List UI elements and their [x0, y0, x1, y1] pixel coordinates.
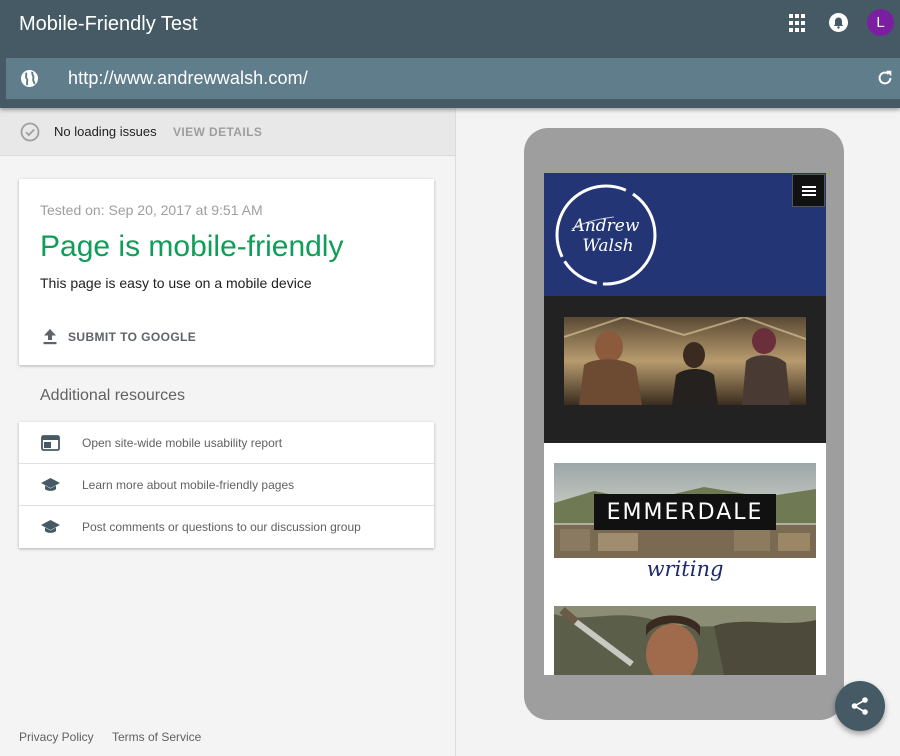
preview-panel: Andrew Walsh EMMERDALE writing [456, 108, 900, 756]
resource-item-label: Open site-wide mobile usability report [82, 435, 283, 450]
result-heading: Page is mobile-friendly [40, 230, 344, 263]
results-panel: No loading issues VIEW DETAILS Tested on… [0, 108, 455, 756]
writing-caption: writing [646, 557, 724, 581]
app-header: Mobile-Friendly Test L http://www.andrew… [0, 0, 900, 108]
globe-icon [20, 69, 39, 88]
loading-status-text: No loading issues [54, 124, 157, 139]
result-description: This page is easy to use on a mobile dev… [40, 275, 312, 291]
site-header: Andrew Walsh [544, 173, 826, 296]
resource-item-usability-report[interactable]: Open site-wide mobile usability report [19, 422, 434, 464]
terms-of-service-link[interactable]: Terms of Service [112, 730, 201, 744]
resource-item-learn-more[interactable]: Learn more about mobile-friendly pages [19, 464, 434, 506]
url-bar[interactable]: http://www.andrewwalsh.com/ [6, 58, 900, 99]
hamburger-menu-icon[interactable] [792, 174, 825, 207]
result-card: Tested on: Sep 20, 2017 at 9:51 AM Page … [19, 179, 434, 365]
tested-on-timestamp: Tested on: Sep 20, 2017 at 9:51 AM [40, 202, 263, 218]
app-title: Mobile-Friendly Test [19, 13, 198, 35]
phone-frame: Andrew Walsh EMMERDALE writing [524, 128, 844, 720]
submit-to-google-button[interactable]: SUBMIT TO GOOGLE [42, 327, 196, 347]
upload-icon [43, 329, 57, 345]
check-circle-icon [20, 122, 40, 142]
share-button[interactable] [835, 681, 885, 731]
mobile-preview-screen[interactable]: Andrew Walsh EMMERDALE writing [544, 173, 826, 675]
site-logo: Andrew Walsh [555, 184, 657, 286]
view-details-link[interactable]: VIEW DETAILS [173, 125, 262, 139]
resource-item-label: Post comments or questions to our discus… [82, 520, 361, 534]
school-icon [41, 477, 60, 491]
web-window-icon [41, 434, 60, 451]
resource-item-label: Learn more about mobile-friendly pages [82, 477, 295, 492]
logo-text-last: Walsh [582, 236, 633, 256]
share-icon [851, 697, 868, 715]
privacy-policy-link[interactable]: Privacy Policy [19, 730, 94, 744]
additional-resources-heading: Additional resources [40, 387, 185, 404]
site-hero [544, 296, 826, 443]
action-photo [554, 606, 816, 675]
logo-text-first: Andrew [571, 216, 640, 236]
apps-grid-icon[interactable] [788, 14, 806, 32]
avatar[interactable]: L [867, 9, 894, 36]
resource-item-discussion-group[interactable]: Post comments or questions to our discus… [19, 506, 434, 548]
notifications-icon[interactable] [829, 13, 848, 32]
url-input[interactable]: http://www.andrewwalsh.com/ [68, 68, 308, 89]
hero-photo [564, 317, 806, 405]
loading-status-bar: No loading issues VIEW DETAILS [0, 108, 455, 156]
emmerdale-banner-title: EMMERDALE [594, 494, 776, 530]
submit-to-google-label: SUBMIT TO GOOGLE [68, 330, 197, 344]
reload-icon[interactable] [876, 69, 894, 87]
resources-list: Open site-wide mobile usability report L… [19, 422, 434, 548]
school-icon [41, 520, 60, 533]
